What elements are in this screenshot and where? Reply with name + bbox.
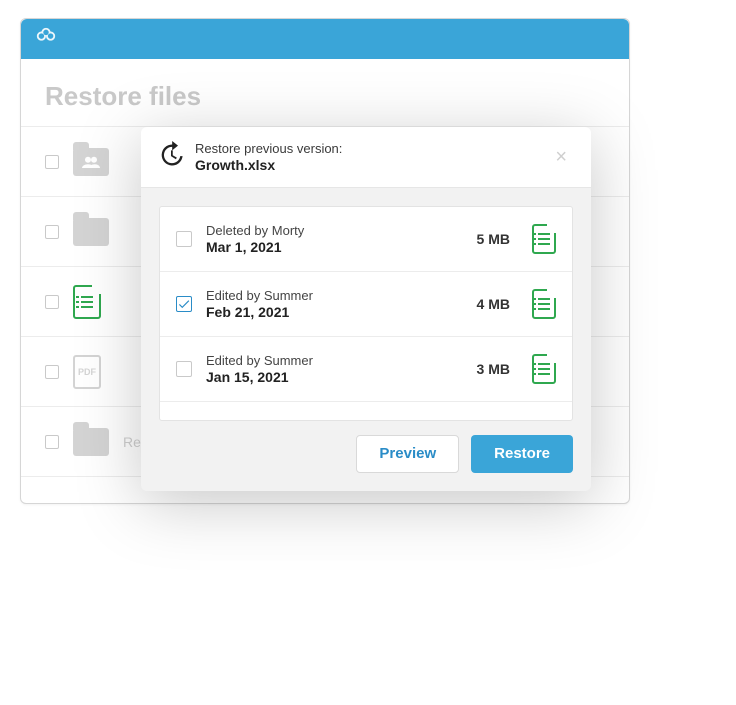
modal-filename: Growth.xlsx bbox=[195, 157, 539, 175]
row-checkbox[interactable] bbox=[45, 155, 59, 169]
spreadsheet-file-icon bbox=[532, 289, 556, 319]
modal-header: Restore previous version: Growth.xlsx × bbox=[141, 127, 591, 188]
version-checkbox[interactable] bbox=[176, 361, 192, 377]
restore-button[interactable]: Restore bbox=[471, 435, 573, 473]
history-icon bbox=[157, 141, 185, 174]
spreadsheet-file-icon bbox=[532, 354, 556, 384]
spacer bbox=[160, 402, 572, 420]
folder-icon bbox=[73, 427, 109, 457]
version-date: Mar 1, 2021 bbox=[206, 239, 463, 255]
version-action: Edited by Summer bbox=[206, 353, 463, 368]
version-date: Jan 15, 2021 bbox=[206, 369, 463, 385]
version-row[interactable]: Edited by Summer Jan 15, 2021 3 MB bbox=[160, 337, 572, 402]
row-checkbox[interactable] bbox=[45, 365, 59, 379]
version-size: 5 MB bbox=[477, 231, 510, 247]
top-bar bbox=[21, 19, 629, 59]
modal-title: Restore previous version: bbox=[195, 141, 539, 157]
row-checkbox[interactable] bbox=[45, 435, 59, 449]
preview-button[interactable]: Preview bbox=[356, 435, 459, 473]
row-checkbox[interactable] bbox=[45, 295, 59, 309]
modal-actions: Preview Restore bbox=[141, 435, 591, 491]
restore-version-modal: Restore previous version: Growth.xlsx × … bbox=[141, 127, 591, 491]
version-checkbox[interactable] bbox=[176, 231, 192, 247]
version-date: Feb 21, 2021 bbox=[206, 304, 463, 320]
version-checkbox[interactable] bbox=[176, 296, 192, 312]
app-window: Restore files PDF bbox=[20, 18, 630, 504]
close-icon[interactable]: × bbox=[549, 142, 573, 173]
page-title: Restore files bbox=[21, 59, 629, 126]
version-action: Edited by Summer bbox=[206, 288, 463, 303]
row-checkbox[interactable] bbox=[45, 225, 59, 239]
version-list: Deleted by Morty Mar 1, 2021 5 MB Edited… bbox=[159, 206, 573, 421]
folder-icon bbox=[73, 217, 109, 247]
brand-logo-icon bbox=[35, 26, 57, 53]
shared-folder-icon bbox=[73, 147, 109, 177]
pdf-file-icon: PDF bbox=[73, 357, 109, 387]
version-row[interactable]: Deleted by Morty Mar 1, 2021 5 MB bbox=[160, 207, 572, 272]
version-row[interactable]: Edited by Summer Feb 21, 2021 4 MB bbox=[160, 272, 572, 337]
version-action: Deleted by Morty bbox=[206, 223, 463, 238]
spreadsheet-file-icon bbox=[73, 287, 109, 317]
version-size: 3 MB bbox=[477, 361, 510, 377]
version-size: 4 MB bbox=[477, 296, 510, 312]
spreadsheet-file-icon bbox=[532, 224, 556, 254]
